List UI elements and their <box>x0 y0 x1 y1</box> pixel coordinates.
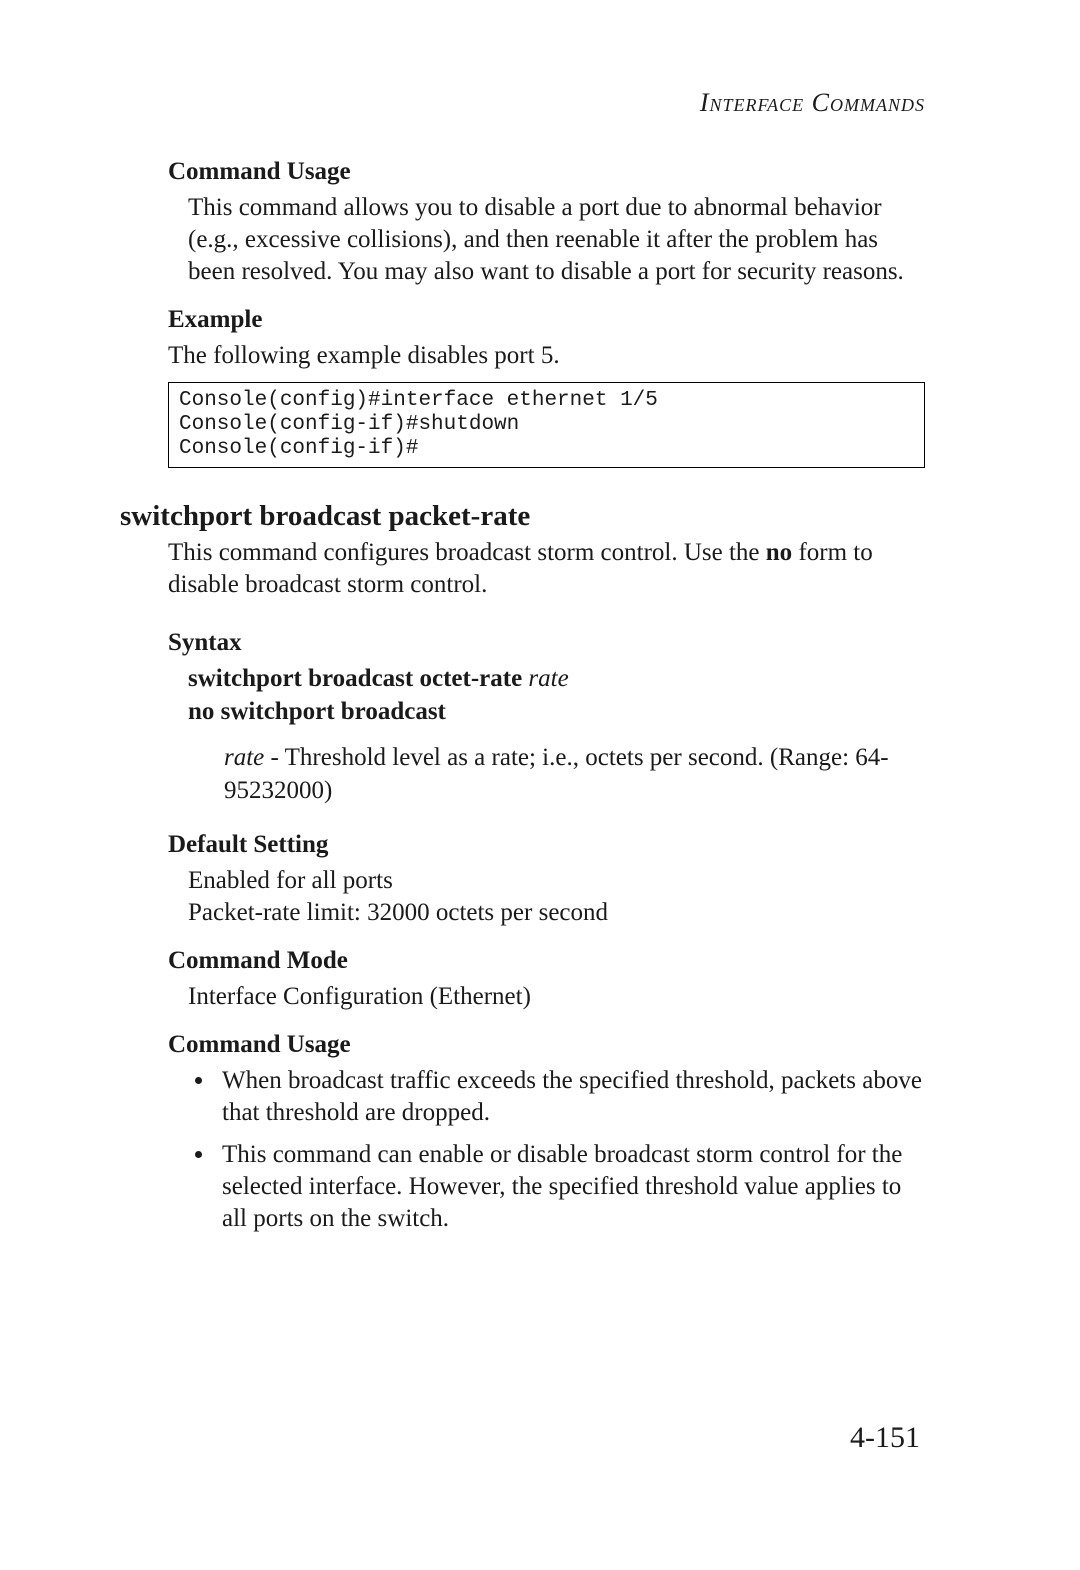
heading-syntax: Syntax <box>168 629 925 657</box>
heading-example: Example <box>168 306 925 334</box>
page-number: 4-151 <box>850 1421 920 1455</box>
syntax-line-1-bold: switchport broadcast octet-rate <box>188 665 522 692</box>
text-example: The following example disables port 5. <box>168 340 925 372</box>
heading-command-usage-1: Command Usage <box>168 158 925 186</box>
default-line-1: Enabled for all ports <box>188 867 393 894</box>
intro-pre: This command configures broadcast storm … <box>168 539 766 566</box>
heading-command-mode: Command Mode <box>168 947 925 975</box>
code-example: Console(config)#interface ethernet 1/5 C… <box>168 382 925 468</box>
usage-bullet-2: This command can enable or disable broad… <box>216 1139 925 1235</box>
heading-command-usage-2: Command Usage <box>168 1031 925 1059</box>
page: Interface Commands Command Usage This co… <box>0 0 1080 1570</box>
syntax-line-2: no switchport broadcast <box>188 696 925 729</box>
usage-bullet-1: When broadcast traffic exceeds the speci… <box>216 1065 925 1129</box>
usage-list: When broadcast traffic exceeds the speci… <box>216 1065 925 1235</box>
command-title: switchport broadcast packet-rate <box>120 500 925 533</box>
page-content: Command Usage This command allows you to… <box>120 158 925 1245</box>
intro-bold: no <box>766 539 792 566</box>
running-header: Interface Commands <box>700 88 925 118</box>
command-intro: This command configures broadcast storm … <box>168 537 925 601</box>
heading-default-setting: Default Setting <box>168 831 925 859</box>
syntax-line-1: switchport broadcast octet-rate rate <box>188 663 925 696</box>
rate-ital: rate <box>224 744 264 771</box>
text-command-mode: Interface Configuration (Ethernet) <box>188 981 925 1013</box>
syntax-line-1-ital: rate <box>522 665 569 692</box>
syntax-rate-desc: rate - Threshold level as a rate; i.e., … <box>224 742 925 807</box>
default-line-2: Packet-rate limit: 32000 octets per seco… <box>188 899 608 926</box>
text-default-setting: Enabled for all ports Packet-rate limit:… <box>188 865 925 929</box>
rate-rest: - Threshold level as a rate; i.e., octet… <box>224 744 889 804</box>
text-command-usage-1: This command allows you to disable a por… <box>188 192 925 288</box>
syntax-lines: switchport broadcast octet-rate rate no … <box>188 663 925 728</box>
